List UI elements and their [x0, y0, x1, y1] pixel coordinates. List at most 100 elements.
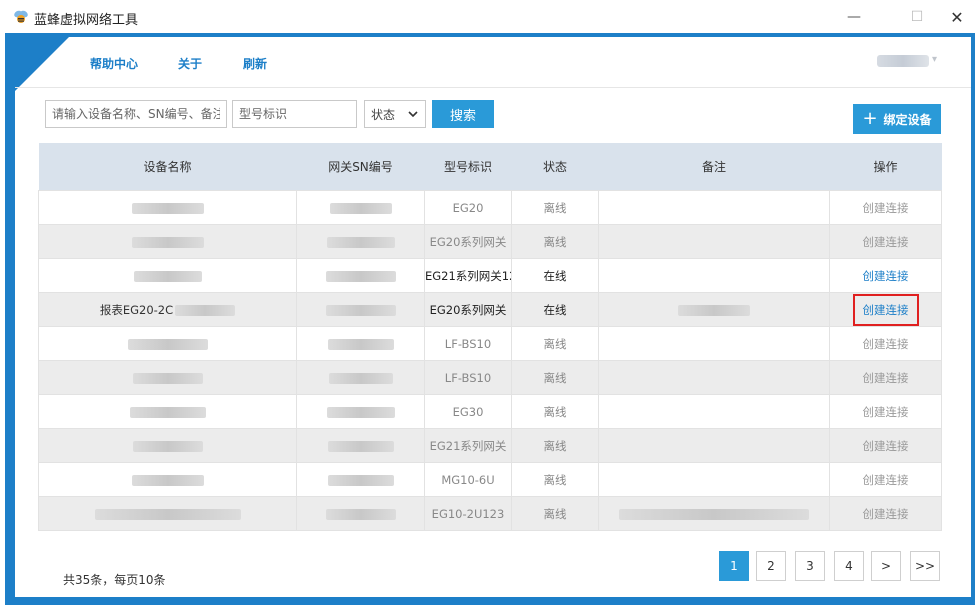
model-search-input[interactable] — [232, 100, 357, 128]
table-row: LF-BS10 离线 创建连接 — [38, 360, 942, 395]
nav-help-center[interactable]: 帮助中心 — [90, 55, 138, 72]
page-3-button[interactable]: 3 — [795, 551, 825, 581]
cell-model: EG10-2U123 — [424, 496, 512, 531]
cell-remark — [598, 496, 830, 531]
cell-remark — [598, 258, 830, 293]
table-row: EG20 离线 创建连接 — [38, 190, 942, 225]
table-row: EG30 离线 创建连接 — [38, 394, 942, 429]
create-connection-link[interactable]: 创建连接 — [863, 235, 909, 249]
status-select-label: 状态 — [371, 107, 396, 122]
cell-gateway-sn — [296, 258, 425, 293]
cell-status: 离线 — [511, 394, 599, 429]
cell-action: 创建连接 — [829, 428, 942, 463]
page-2-button[interactable]: 2 — [756, 551, 786, 581]
table-row: LF-BS10 离线 创建连接 — [38, 326, 942, 361]
cell-gateway-sn — [296, 326, 425, 361]
cell-status: 离线 — [511, 462, 599, 497]
header-status: 状态 — [511, 143, 599, 191]
header-gateway-sn: 网关SN编号 — [296, 143, 425, 191]
cell-gateway-sn — [296, 224, 425, 259]
cell-gateway-sn — [296, 360, 425, 395]
header-model: 型号标识 — [424, 143, 512, 191]
maximize-button[interactable]: ☐ — [899, 4, 935, 30]
table-row: EG21系列网关123 在线 创建连接 — [38, 258, 942, 293]
cell-action: 创建连接 — [829, 224, 942, 259]
cell-device-name — [38, 394, 297, 429]
nav-about[interactable]: 关于 — [178, 55, 202, 72]
page-4-button[interactable]: 4 — [834, 551, 864, 581]
cell-status: 离线 — [511, 326, 599, 361]
cell-model: EG21系列网关123 — [424, 258, 512, 293]
cell-remark — [598, 428, 830, 463]
header-action: 操作 — [829, 143, 942, 191]
cell-model: EG20系列网关 — [424, 224, 512, 259]
cell-device-name — [38, 462, 297, 497]
cell-gateway-sn — [296, 292, 425, 327]
bee-logo-icon — [14, 10, 28, 23]
cell-device-name — [38, 496, 297, 531]
cell-action: 创建连接 — [829, 394, 942, 429]
cell-status: 在线 — [511, 258, 599, 293]
main-panel: 帮助中心 关于 刷新 ▾ 状态 搜索 + 绑定设备 — [13, 35, 971, 597]
device-name-text: 报表EG20-2C — [99, 302, 174, 317]
cell-status: 离线 — [511, 190, 599, 225]
table-header-row: 设备名称 网关SN编号 型号标识 状态 备注 操作 — [38, 143, 942, 191]
app-frame: 帮助中心 关于 刷新 ▾ 状态 搜索 + 绑定设备 — [5, 33, 975, 605]
status-select[interactable]: 状态 — [364, 100, 426, 128]
cell-device-name — [38, 428, 297, 463]
cell-status: 离线 — [511, 428, 599, 463]
create-connection-link[interactable]: 创建连接 — [863, 269, 909, 283]
create-connection-link-highlighted[interactable]: 创建连接 — [852, 293, 919, 326]
cell-device-name — [38, 326, 297, 361]
plus-icon: + — [862, 108, 878, 129]
cell-model: MG10-6U — [424, 462, 512, 497]
table-row: EG20系列网关 离线 创建连接 — [38, 224, 942, 259]
cell-remark — [598, 292, 830, 327]
chevron-down-icon — [408, 111, 418, 118]
create-connection-link[interactable]: 创建连接 — [863, 405, 909, 419]
cell-model: EG20系列网关 — [424, 292, 512, 327]
cell-action: 创建连接 — [829, 496, 942, 531]
next-page-button[interactable]: > — [871, 551, 901, 581]
close-button[interactable]: ✕ — [939, 4, 975, 30]
device-table: 设备名称 网关SN编号 型号标识 状态 备注 操作 EG20 离线 创建连接 E… — [38, 143, 942, 531]
minimize-button[interactable]: — — [836, 4, 872, 30]
create-connection-link[interactable]: 创建连接 — [863, 371, 909, 385]
window-title: 蓝蜂虚拟网络工具 — [34, 13, 139, 28]
chevron-down-icon[interactable]: ▾ — [932, 54, 937, 65]
cell-gateway-sn — [296, 190, 425, 225]
create-connection-link[interactable]: 创建连接 — [863, 337, 909, 351]
cell-gateway-sn — [296, 394, 425, 429]
cell-action: 创建连接 — [829, 292, 942, 327]
nav-refresh[interactable]: 刷新 — [243, 55, 267, 72]
search-button[interactable]: 搜索 — [432, 100, 494, 128]
create-connection-link[interactable]: 创建连接 — [863, 473, 909, 487]
user-account[interactable] — [877, 55, 929, 67]
table-row: MG10-6U 离线 创建连接 — [38, 462, 942, 497]
bind-device-button[interactable]: + 绑定设备 — [853, 104, 941, 134]
table-row: EG21系列网关 离线 创建连接 — [38, 428, 942, 463]
cell-status: 在线 — [511, 292, 599, 327]
create-connection-link[interactable]: 创建连接 — [863, 439, 909, 453]
cell-status: 离线 — [511, 496, 599, 531]
top-nav: 帮助中心 关于 刷新 ▾ — [15, 37, 971, 88]
title-bar: 蓝蜂虚拟网络工具 — ☐ ✕ — [0, 0, 979, 34]
create-connection-link[interactable]: 创建连接 — [863, 201, 909, 215]
cell-device-name — [38, 258, 297, 293]
cell-action: 创建连接 — [829, 258, 942, 293]
device-search-input[interactable] — [45, 100, 227, 128]
cell-remark — [598, 190, 830, 225]
create-connection-link[interactable]: 创建连接 — [863, 507, 909, 521]
cell-device-name — [38, 224, 297, 259]
cell-gateway-sn — [296, 496, 425, 531]
cell-gateway-sn — [296, 462, 425, 497]
page-1-button[interactable]: 1 — [719, 551, 749, 581]
last-page-button[interactable]: >> — [910, 551, 940, 581]
cell-remark — [598, 360, 830, 395]
cell-model: EG20 — [424, 190, 512, 225]
table-row: 报表EG20-2C EG20系列网关 在线 创建连接 — [38, 292, 942, 327]
cell-action: 创建连接 — [829, 462, 942, 497]
cell-device-name — [38, 360, 297, 395]
cell-model: EG21系列网关 — [424, 428, 512, 463]
pagination-summary: 共35条，每页10条 — [63, 573, 166, 587]
